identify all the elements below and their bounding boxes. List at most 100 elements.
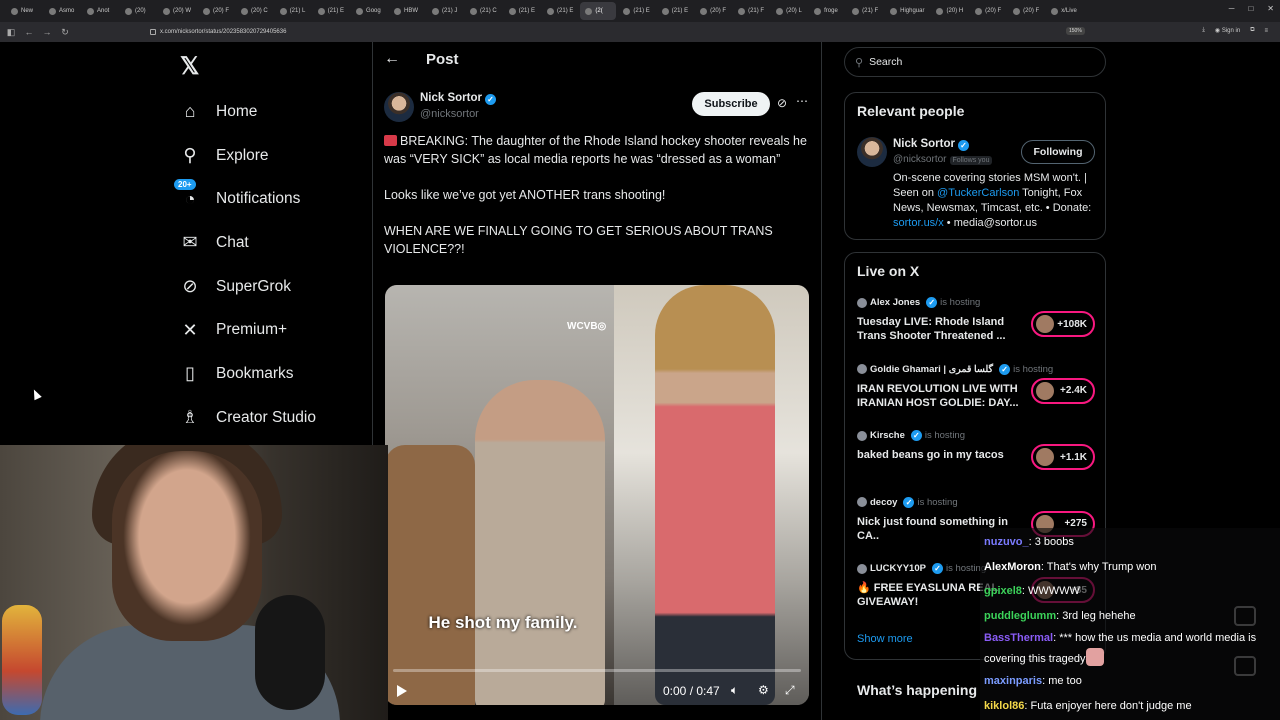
browser-tab[interactable]: (21) E <box>542 2 578 20</box>
search-icon: ⚲ <box>855 56 864 69</box>
live-item[interactable]: Alex Jones ✓ is hosting Tuesday LIVE: Rhode… <box>857 297 1097 353</box>
browser-tab[interactable]: (20) W <box>158 2 196 20</box>
minimize-icon[interactable]: ─ <box>1229 4 1235 13</box>
browser-tab[interactable]: Highguar <box>885 2 929 20</box>
sidebar-toggle-icon[interactable]: ◧ <box>4 27 18 38</box>
listener-count-pill[interactable]: +1.1K <box>1031 444 1095 470</box>
browser-tab[interactable]: (21) E <box>504 2 540 20</box>
browser-tab[interactable]: (21) C <box>465 2 502 20</box>
browser-tab[interactable]: (20) C <box>236 2 273 20</box>
tab-favicon-icon <box>11 7 18 15</box>
grok-chat-icon[interactable] <box>1234 606 1256 626</box>
reload-icon[interactable]: ↻ <box>58 27 72 38</box>
browser-tab[interactable]: Goog <box>351 2 387 20</box>
nav-item-label: Notifications <box>216 190 301 208</box>
browser-tab[interactable]: (21) J <box>427 2 463 20</box>
nav-item-premium[interactable]: ✕ Premium+ <box>178 308 316 352</box>
browser-tab[interactable]: (21) E <box>618 2 654 20</box>
browser-tab[interactable]: froge <box>809 2 845 20</box>
browser-tab[interactable]: (20) L <box>771 2 807 20</box>
listener-count-pill[interactable]: +108K <box>1031 311 1095 337</box>
browser-tab[interactable]: x/Live <box>1046 2 1082 20</box>
listener-count-pill[interactable]: +2.4K <box>1031 377 1095 404</box>
chat-username[interactable]: nuzuvo_ <box>984 536 1035 548</box>
relevant-handle[interactable]: @nicksortor Follows you <box>893 154 993 165</box>
fullscreen-icon[interactable]: ⤢ <box>785 683 795 698</box>
nav-item-explore[interactable]: ⚲ Explore <box>178 134 316 178</box>
back-icon[interactable]: ← <box>22 27 36 37</box>
bio-donate-link[interactable]: sortor.us/x <box>893 217 944 229</box>
bio-mention-link[interactable]: @TuckerCarlson <box>937 187 1019 199</box>
browser-tab[interactable]: (2( <box>580 2 617 20</box>
download-icon[interactable]: ⤓ <box>1202 27 1205 34</box>
nav-item-label: Bookmarks <box>216 364 294 382</box>
nav-item-notifications[interactable]: ◔ 20+ Notifications <box>174 177 316 221</box>
search-input[interactable]: ⚲ Search <box>844 47 1106 77</box>
gear-icon[interactable]: ⚙ <box>758 683 769 697</box>
close-icon[interactable]: ✕ <box>1267 4 1274 13</box>
zoom-indicator[interactable]: 150% <box>1066 27 1085 35</box>
browser-tab[interactable]: (20) F <box>695 2 731 20</box>
browser-tab[interactable]: (21) E <box>657 2 693 20</box>
grok-icon[interactable]: ⊘ <box>777 96 787 110</box>
volume-icon[interactable]: 🔈︎ <box>731 683 738 698</box>
back-arrow-icon[interactable]: ← <box>384 50 400 68</box>
chat-username[interactable]: puddleglumm <box>984 610 1062 622</box>
chat-username[interactable]: maxinparis <box>984 675 1048 687</box>
extensions-icon[interactable]: ⧉ <box>1250 27 1254 34</box>
chat-username[interactable]: kiklol86 <box>984 700 1030 712</box>
author-handle[interactable]: @nicksortor <box>420 108 479 120</box>
menu-icon[interactable]: ≡ <box>1264 28 1268 34</box>
sign-in-button[interactable]: ◉ Sign in <box>1215 27 1240 34</box>
message-icon[interactable] <box>1234 656 1256 676</box>
relevant-name[interactable]: Nick Sortor ✓ <box>893 138 969 151</box>
relevant-avatar[interactable] <box>857 137 887 167</box>
host-avatar <box>857 563 867 574</box>
browser-tab[interactable]: (21) F <box>847 2 883 20</box>
browser-tab[interactable]: New <box>6 2 42 20</box>
browser-tab[interactable]: Anot <box>82 2 118 20</box>
browser-tab[interactable]: (21) L <box>275 2 311 20</box>
nav-item-bookmarks[interactable]: ▯ Bookmarks <box>178 352 316 396</box>
browser-tab[interactable]: (20) <box>120 2 156 20</box>
browser-tab[interactable]: Asmo <box>44 2 80 20</box>
tab-favicon-icon <box>279 7 287 15</box>
author-name[interactable]: Nick Sortor ✓ <box>420 92 496 105</box>
post-video[interactable]: WCVB◎ He shot my family. 0:00 / 0:47 🔈︎ … <box>385 285 809 705</box>
author-avatar[interactable] <box>384 92 414 122</box>
nav-item-creator-studio[interactable]: ♗ Creator Studio <box>178 396 316 440</box>
browser-tab[interactable]: (21) F <box>733 2 769 20</box>
play-icon[interactable] <box>397 685 407 697</box>
verified-badge-icon: ✓ <box>485 94 496 105</box>
live-item[interactable]: Goldie Ghamari | گلسا قمری ✓ is hosting IRA… <box>857 363 1097 420</box>
maximize-icon[interactable]: □ <box>1248 4 1253 13</box>
url-field[interactable]: x.com/nicksortor/status/2023583020729405… <box>150 25 1100 39</box>
nav-item-chat[interactable]: ✉ Chat <box>178 221 316 265</box>
chat-username[interactable]: AlexMoron <box>984 561 1047 573</box>
browser-tab[interactable]: (21) E <box>313 2 349 20</box>
chat-username[interactable]: BassThermal <box>984 632 1059 644</box>
browser-tab[interactable]: (20) H <box>931 2 968 20</box>
browser-tab[interactable]: (20) F <box>970 2 1006 20</box>
browser-tab[interactable]: (20) F <box>198 2 234 20</box>
verified-badge-icon: ✓ <box>958 140 969 151</box>
nav-item-label: Home <box>216 102 258 120</box>
following-button[interactable]: Following <box>1021 140 1095 164</box>
nav-item-supergrok[interactable]: ⊘ SuperGrok <box>178 265 316 309</box>
chat-username[interactable]: gpixel8 <box>984 585 1028 597</box>
tab-favicon-icon <box>890 7 898 15</box>
browser-tab[interactable]: (20) F <box>1008 2 1044 20</box>
tab-label: Anot <box>97 8 110 14</box>
live-item[interactable]: Kirsche ✓ is hosting baked beans go in my t… <box>857 430 1097 486</box>
nav-item-home[interactable]: ⌂ Home <box>178 90 316 134</box>
more-options-icon[interactable]: ⋯ <box>796 94 808 108</box>
forward-icon[interactable]: → <box>40 27 54 37</box>
subscribe-button[interactable]: Subscribe <box>692 92 770 116</box>
x-logo[interactable]: 𝕏 <box>180 52 199 81</box>
show-more-link[interactable]: Show more <box>857 633 913 645</box>
tab-label: (21) E <box>671 8 689 14</box>
browser-tab[interactable]: HBW <box>389 2 425 20</box>
post-author-row: Nick Sortor ✓ @nicksortor Subscribe ⊘ ⋯ <box>384 90 809 124</box>
mail-icon: ✉ <box>182 232 198 253</box>
video-progress-bar[interactable] <box>393 669 801 672</box>
